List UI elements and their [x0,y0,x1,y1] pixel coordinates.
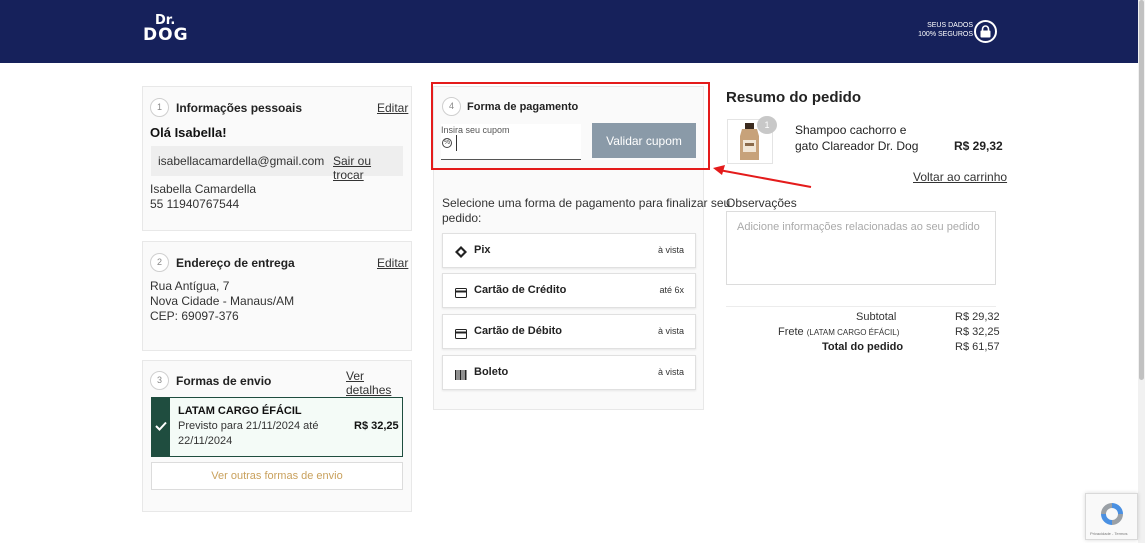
delivery-address-card: 2 Endereço de entrega Editar Rua Antígua… [142,241,412,351]
email-value: isabellacamardella@gmail.com [158,154,325,168]
secure-data-label: SEUS DADOS 100% SEGUROS [915,21,973,39]
step-number: 2 [150,253,169,272]
email-row: isabellacamardella@gmail.com Sair ou tro… [151,146,403,182]
selected-shipping-option[interactable]: LATAM CARGO ÉFÁCIL Previsto para 21/11/2… [151,397,403,457]
check-icon [152,398,170,456]
secure-line2: 100% SEGUROS [918,31,973,38]
payment-option-term: até 6x [659,285,684,295]
product-name-line2: gato Clareador Dr. Dog [795,139,919,153]
totals-divider [726,306,996,307]
greeting: Olá Isabella! [150,125,227,140]
shipping-eta-line2: 22/11/2024 [178,435,233,447]
payment-option-boleto[interactable]: Boleto à vista [442,355,696,390]
customer-phone: 55 11940767544 [150,197,240,211]
back-to-cart-link[interactable]: Voltar ao carrinho [913,170,1007,184]
product-name-line1: Shampoo cachorro e [795,123,907,137]
payment-instruction-line1: Selecione uma forma de pagamento para fi… [442,196,731,210]
subtotal-label: Subtotal [856,311,897,323]
freight-carrier: (LATAM CARGO ÉFÁCIL) [806,328,900,337]
payment-option-term: à vista [657,367,684,377]
lock-icon [974,20,997,43]
debit-card-icon [455,326,467,339]
personal-info-card: 1 Informações pessoais Editar Olá Isabel… [142,86,412,231]
address-city: Nova Cidade - Manaus/AM [150,294,295,308]
shipping-details-link[interactable]: Ver detalhes [346,369,411,397]
payment-option-credit-card[interactable]: Cartão de Crédito até 6x [442,273,696,308]
product-price: R$ 29,32 [954,139,1003,153]
barcode-icon [455,367,467,380]
secure-line1: SEUS DADOS [927,22,973,29]
recaptcha-badge[interactable]: Privacidade - Termos [1085,493,1138,540]
logo-bottom-text: DOG [143,25,189,45]
shipping-eta-line1: Previsto para 21/11/2024 até [178,420,319,432]
notes-label: Observações [726,196,797,210]
total-value: R$ 61,57 [955,341,1000,353]
payment-option-name: Boleto [474,366,509,378]
shipping-title: Formas de envio [176,374,272,388]
customer-name: Isabella Camardella [150,182,257,196]
order-summary-title: Resumo do pedido [726,89,861,106]
total-label: Total do pedido [822,341,904,353]
payment-highlight-box [431,82,710,170]
pix-icon [455,245,467,258]
site-header: Dr. DOG SEUS DADOS 100% SEGUROS [0,0,1138,63]
shipping-carrier-name: LATAM CARGO ÉFÁCIL [178,405,302,417]
address-title: Endereço de entrega [176,256,295,270]
other-shipping-button[interactable]: Ver outras formas de envio [151,462,403,490]
payment-option-name: Cartão de Débito [474,325,563,337]
payment-option-debit-card[interactable]: Cartão de Débito à vista [442,314,696,349]
edit-address-link[interactable]: Editar [377,256,408,270]
shipping-price: R$ 32,25 [354,420,399,432]
annotation-arrow [713,165,812,188]
freight-label-text: Frete [778,326,804,338]
freight-value: R$ 32,25 [955,326,1000,338]
payment-option-term: à vista [657,326,684,336]
payment-option-name: Pix [474,244,491,256]
edit-personal-link[interactable]: Editar [377,101,408,115]
product-qty-badge: 1 [757,116,777,134]
shipping-methods-card: 3 Formas de envio Ver detalhes LATAM CAR… [142,360,412,512]
product-name: Shampoo cachorro e gato Clareador Dr. Do… [795,122,935,154]
payment-option-term: à vista [657,245,684,255]
subtotal-value: R$ 29,32 [955,311,1000,323]
freight-label: Frete (LATAM CARGO ÉFÁCIL) [778,326,899,338]
switch-account-link[interactable]: Sair ou trocar [333,154,403,182]
address-zip: CEP: 69097-376 [150,309,239,323]
step-number: 1 [150,98,169,117]
notes-textarea[interactable] [726,211,996,285]
recaptcha-text[interactable]: Privacidade - Termos [1090,531,1128,536]
dr-dog-logo[interactable]: Dr. DOG [143,13,189,45]
payment-option-name: Cartão de Crédito [474,284,567,296]
recaptcha-icon [1101,503,1123,525]
personal-info-title: Informações pessoais [176,101,303,115]
scrollbar-thumb[interactable] [1139,0,1144,380]
step-number: 3 [150,371,169,390]
payment-option-pix[interactable]: Pix à vista [442,233,696,268]
credit-card-icon [455,285,467,298]
address-street: Rua Antígua, 7 [150,279,230,293]
payment-instruction-line2: pedido: [442,211,482,225]
